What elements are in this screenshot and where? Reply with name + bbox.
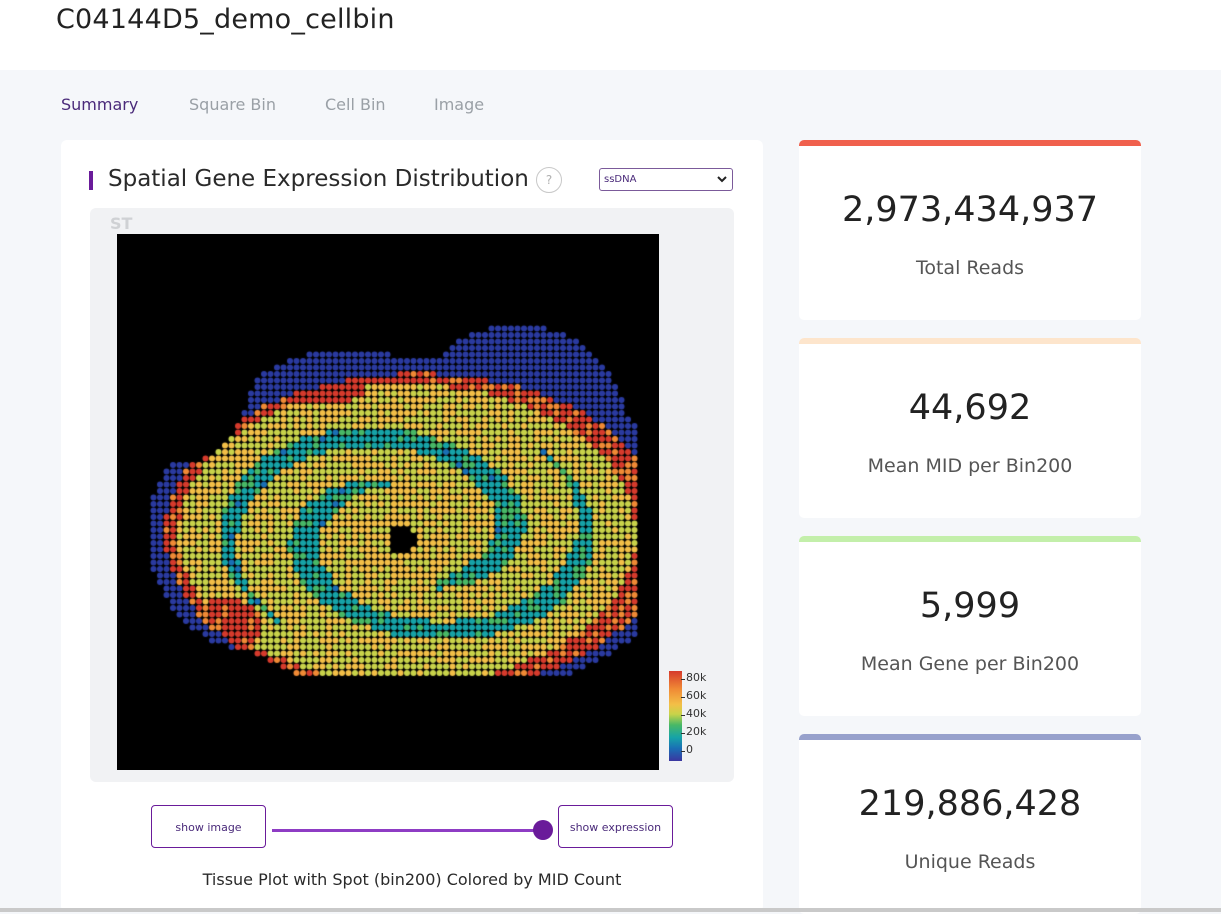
colorbar-tickmark: [681, 697, 685, 698]
stat-label: Mean MID per Bin200: [867, 455, 1073, 477]
colorbar-tickmark: [681, 733, 685, 734]
colorbar-tickmark: [681, 715, 685, 716]
colorbar-tickmark: [681, 679, 685, 680]
page-title: C04144D5_demo_cellbin: [56, 4, 395, 35]
colorbar-tick-label: 60k: [686, 689, 707, 702]
stat-label: Mean Gene per Bin200: [860, 653, 1080, 675]
stat-value: 44,692: [908, 388, 1032, 428]
show-image-button[interactable]: show image: [151, 805, 266, 848]
stat-accent-bar: [799, 734, 1141, 740]
colorbar-tick-label: 40k: [686, 707, 707, 720]
spatial-expression-card: Spatial Gene Expression Distribution ? s…: [61, 140, 763, 912]
plot-caption: Tissue Plot with Spot (bin200) Colored b…: [202, 870, 622, 889]
colorbar-tick-label: 80k: [686, 671, 707, 684]
stat-value: 5,999: [919, 586, 1021, 626]
stat-label: Total Reads: [915, 257, 1025, 279]
image-expression-slider-handle[interactable]: [533, 820, 553, 840]
tab-summary[interactable]: Summary: [61, 95, 138, 114]
tab-cell-bin[interactable]: Cell Bin: [325, 95, 386, 114]
colorbar-tick-label: 0: [686, 743, 693, 756]
bottom-divider: [0, 908, 1221, 912]
tissue-plot-area: ST 80k 60k 40k 20k 0: [90, 208, 734, 782]
colorbar-gradient: [669, 671, 682, 761]
page-header: C04144D5_demo_cellbin: [0, 0, 1221, 70]
image-expression-slider-track[interactable]: [272, 829, 542, 832]
stat-value: 2,973,434,937: [841, 190, 1099, 230]
stat-label: Unique Reads: [904, 851, 1036, 873]
stat-value: 219,886,428: [858, 784, 1082, 824]
chevron-down-icon: [717, 176, 727, 183]
stat-card-mean-mid: 44,692 Mean MID per Bin200: [799, 338, 1141, 518]
stat-accent-bar: [799, 140, 1141, 146]
tab-square-bin[interactable]: Square Bin: [189, 95, 276, 114]
stat-card-total-reads: 2,973,434,937 Total Reads: [799, 140, 1141, 320]
stat-card-mean-gene: 5,999 Mean Gene per Bin200: [799, 536, 1141, 716]
stat-accent-bar: [799, 338, 1141, 344]
image-type-select[interactable]: ssDNA: [599, 168, 733, 191]
colorbar-tick-label: 20k: [686, 725, 707, 738]
show-expression-button[interactable]: show expression: [558, 805, 673, 848]
image-type-select-value: ssDNA: [604, 174, 637, 185]
section-title: Spatial Gene Expression Distribution: [108, 166, 529, 192]
section-accent-bar: [89, 171, 93, 190]
help-icon[interactable]: ?: [536, 167, 562, 193]
plot-label: ST: [110, 214, 133, 233]
tissue-plot-image[interactable]: [117, 234, 659, 770]
tab-image[interactable]: Image: [434, 95, 484, 114]
colorbar-tickmark: [681, 751, 685, 752]
stat-accent-bar: [799, 536, 1141, 542]
stat-card-unique-reads: 219,886,428 Unique Reads: [799, 734, 1141, 914]
